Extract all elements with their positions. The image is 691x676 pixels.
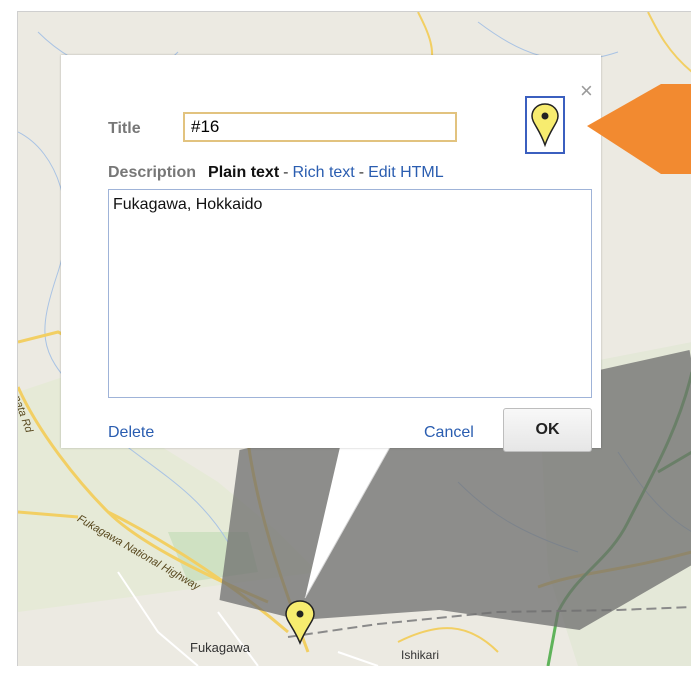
marker-icon-button[interactable] [525, 96, 565, 154]
title-input[interactable] [183, 112, 457, 142]
rich-text-link[interactable]: Rich text [292, 164, 354, 181]
mode-separator: - [283, 164, 289, 181]
description-label: Description [108, 164, 197, 181]
plain-text-mode[interactable]: Plain text [208, 164, 279, 181]
description-textarea[interactable]: Fukagawa, Hokkaido [108, 189, 592, 398]
place-label-fukagawa: Fukagawa [190, 640, 250, 655]
description-mode-row: Description Plain text - Rich text - Edit HTM… [108, 164, 444, 182]
screenshot-frame: Fukagawa Ishikari Fukagawa National High… [0, 0, 691, 676]
ok-button[interactable]: OK [503, 408, 592, 452]
title-label: Title [108, 120, 141, 137]
edit-html-link[interactable]: Edit HTML [368, 164, 444, 181]
place-label-ishikari: Ishikari [401, 648, 440, 662]
arrow-callout-icon [587, 84, 691, 174]
delete-link[interactable]: Delete [108, 424, 154, 442]
placemark-pin-icon [531, 103, 559, 148]
cancel-link[interactable]: Cancel [424, 424, 474, 442]
map-marker-pin-icon[interactable] [282, 599, 318, 645]
mode-separator: - [358, 164, 365, 181]
